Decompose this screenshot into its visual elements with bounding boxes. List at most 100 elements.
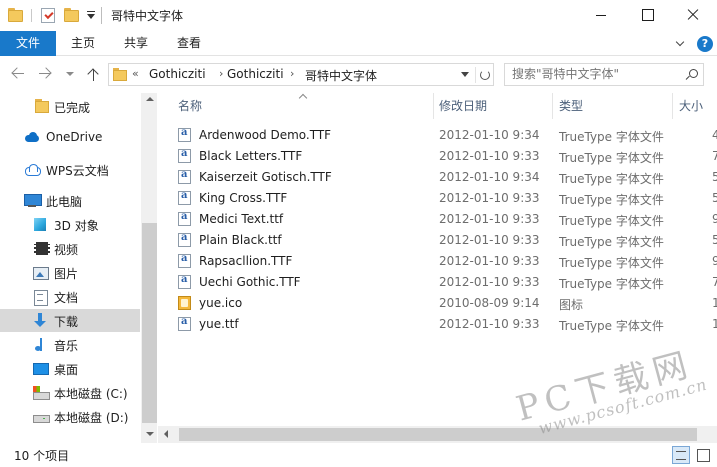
font-file-icon: [178, 274, 191, 289]
sort-ascending-icon: [298, 93, 308, 100]
file-row[interactable]: yue.ico 2010-08-09 9:14 图标 1: [176, 293, 717, 314]
file-row[interactable]: Plain Black.ttf 2012-01-10 9:33 TrueType 字…: [176, 230, 717, 251]
onedrive-cloud-icon: [24, 130, 40, 145]
tab-share[interactable]: 共享: [124, 31, 148, 56]
font-file-icon: [178, 127, 191, 142]
file-size: 5: [712, 170, 717, 184]
file-row[interactable]: Rapsacllion.TTF 2012-01-10 9:33 TrueType 字…: [176, 251, 717, 272]
file-name: Black Letters.TTF: [199, 149, 303, 163]
nav-item-downloads[interactable]: 下载: [0, 309, 140, 332]
scroll-left-arrow-icon[interactable]: [164, 430, 168, 438]
tab-home[interactable]: 主页: [71, 31, 95, 56]
forward-arrow-icon[interactable]: [37, 66, 53, 82]
breadcrumb-item-gothicziti-1[interactable]: Gothicziti: [149, 67, 206, 81]
nav-item-wps-cloud[interactable]: WPS云文档: [0, 158, 140, 181]
recent-locations-dropdown-icon[interactable]: [66, 72, 74, 76]
file-row[interactable]: yue.ttf 2012-01-10 9:33 TrueType 字体文件 1: [176, 314, 717, 335]
breadcrumb-separator[interactable]: ›: [290, 67, 294, 80]
tab-file[interactable]: 文件: [0, 31, 56, 56]
file-name: Kaiserzeit Gotisch.TTF: [199, 170, 332, 184]
column-header-name[interactable]: 名称: [178, 93, 202, 119]
refresh-icon[interactable]: [475, 67, 491, 83]
column-header-type[interactable]: 类型: [559, 93, 583, 119]
file-type: TrueType 字体文件: [559, 277, 664, 291]
column-divider[interactable]: [672, 93, 673, 119]
font-file-icon: [178, 232, 191, 247]
file-type: TrueType 字体文件: [559, 172, 664, 186]
nav-item-onedrive[interactable]: OneDrive: [0, 126, 140, 149]
back-arrow-icon[interactable]: [10, 66, 26, 82]
icon-file-icon: [178, 296, 191, 310]
scroll-up-arrow-icon[interactable]: [146, 97, 154, 101]
drive-c-icon: [32, 385, 50, 400]
search-input[interactable]: [512, 67, 682, 81]
file-size: 5: [712, 233, 717, 247]
search-icon[interactable]: [685, 68, 699, 82]
column-header-modified[interactable]: 修改日期: [439, 93, 487, 119]
maximize-button[interactable]: [624, 0, 670, 30]
file-row[interactable]: Medici Text.ttf 2012-01-10 9:33 TrueType 字…: [176, 209, 717, 230]
font-file-icon: [178, 316, 191, 331]
address-history-dropdown-icon[interactable]: [461, 72, 469, 77]
font-file-icon: [178, 211, 191, 226]
file-name: King Cross.TTF: [199, 191, 288, 205]
title-bar: 哥特中文字体: [0, 0, 717, 31]
file-modified-date: 2012-01-10 9:33: [439, 254, 540, 268]
expand-ribbon-chevron-icon[interactable]: [676, 39, 686, 49]
file-row[interactable]: Uechi Gothic.TTF 2012-01-10 9:33 TrueType …: [176, 272, 717, 293]
nav-item-this-pc[interactable]: 此电脑: [0, 189, 140, 212]
properties-quick-access-icon[interactable]: [41, 8, 55, 23]
nav-item-documents[interactable]: 文档: [0, 285, 140, 308]
nav-pane-scrollbar[interactable]: [141, 93, 157, 443]
nav-item-drive-c[interactable]: 本地磁盘 (C:): [0, 381, 140, 404]
nav-item-drive-d[interactable]: 本地磁盘 (D:): [0, 405, 140, 428]
font-file-icon: [178, 169, 191, 184]
minimize-button[interactable]: [578, 0, 624, 30]
this-pc-icon: [24, 193, 42, 208]
breadcrumb-item-gothicziti-2[interactable]: Gothicziti: [227, 67, 284, 81]
nav-item-completed[interactable]: 已完成: [0, 95, 140, 118]
nav-item-videos[interactable]: 视频: [0, 237, 140, 260]
file-type: TrueType 字体文件: [559, 193, 664, 207]
nav-item-3d-objects[interactable]: 3D 对象: [0, 213, 140, 236]
file-type: TrueType 字体文件: [559, 256, 664, 270]
file-row[interactable]: Black Letters.TTF 2012-01-10 9:33 TrueType…: [176, 146, 717, 167]
file-row[interactable]: Kaiserzeit Gotisch.TTF 2012-01-10 9:34 Tru…: [176, 167, 717, 188]
up-arrow-icon[interactable]: [86, 66, 102, 82]
file-size: 4: [712, 128, 717, 142]
scrollbar-thumb[interactable]: [179, 428, 697, 441]
file-size: 1: [712, 296, 717, 310]
nav-item-label: WPS云文档: [46, 164, 109, 178]
details-view-icon[interactable]: [672, 446, 690, 464]
file-modified-date: 2010-08-09 9:14: [439, 296, 540, 310]
file-list: 名称 修改日期 类型 大小 Ardenwood Demo.TTF 2012-01-…: [158, 93, 717, 443]
breadcrumb-overflow[interactable]: «: [132, 67, 139, 80]
title-divider: [101, 7, 102, 24]
breadcrumb-item-current[interactable]: 哥特中文字体: [305, 67, 377, 84]
nav-item-music[interactable]: 音乐: [0, 333, 140, 356]
column-divider[interactable]: [552, 93, 553, 119]
large-icons-view-icon[interactable]: [694, 446, 712, 464]
breadcrumb-separator[interactable]: ›: [219, 67, 223, 80]
horizontal-scrollbar[interactable]: [158, 426, 717, 443]
file-row[interactable]: Ardenwood Demo.TTF 2012-01-10 9:34 TrueTyp…: [176, 125, 717, 146]
documents-icon: [32, 289, 48, 306]
file-row[interactable]: King Cross.TTF 2012-01-10 9:33 TrueType 字体…: [176, 188, 717, 209]
search-box[interactable]: [504, 63, 704, 86]
help-icon[interactable]: ?: [697, 36, 713, 52]
column-header-size[interactable]: 大小: [679, 93, 703, 119]
column-divider[interactable]: [433, 93, 434, 119]
customize-quick-access-dropdown-icon[interactable]: [86, 9, 96, 21]
file-modified-date: 2012-01-10 9:34: [439, 170, 540, 184]
address-bar[interactable]: « Gothicziti › Gothicziti › 哥特中文字体: [108, 63, 494, 86]
nav-item-pictures[interactable]: 图片: [0, 261, 140, 284]
scroll-down-arrow-icon[interactable]: [146, 432, 154, 436]
nav-item-desktop[interactable]: 桌面: [0, 357, 140, 380]
scrollbar-thumb[interactable]: [142, 223, 157, 423]
new-folder-quick-access-icon[interactable]: [64, 8, 79, 22]
file-type: TrueType 字体文件: [559, 235, 664, 249]
close-button[interactable]: [670, 0, 716, 30]
navigation-pane: 已完成 OneDrive WPS云文档 此电脑 3D 对象 视频 图片 文档 下…: [0, 93, 157, 443]
tab-view[interactable]: 查看: [177, 31, 201, 56]
nav-item-label: 桌面: [54, 363, 79, 377]
